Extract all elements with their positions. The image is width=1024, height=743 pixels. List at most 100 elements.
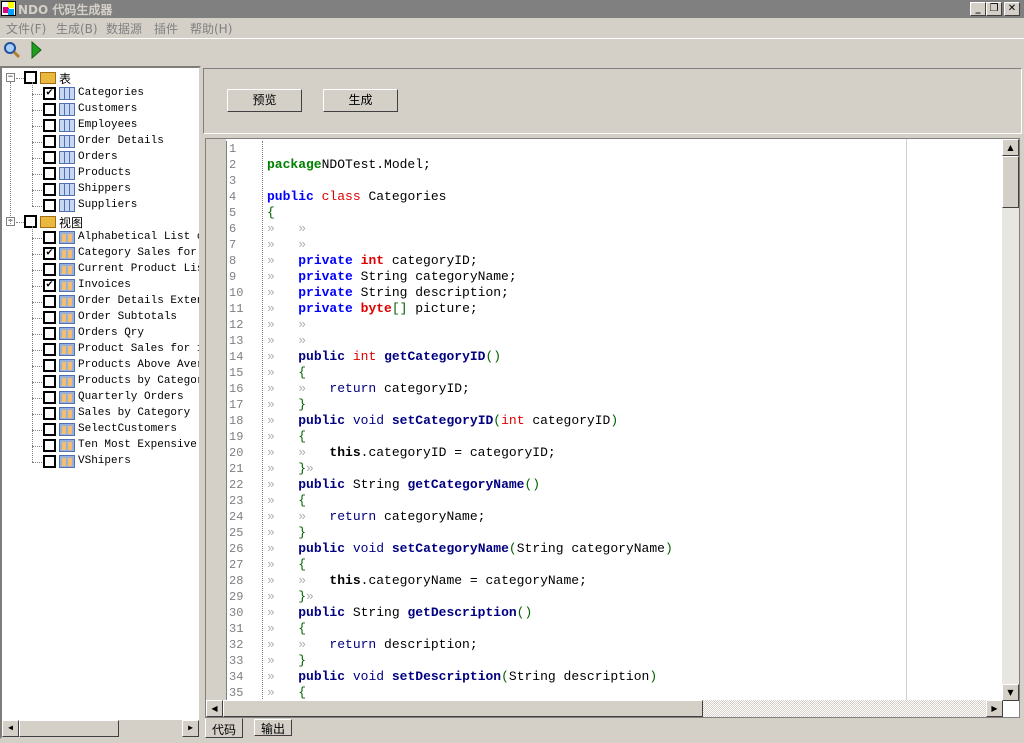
table-icon: [59, 87, 75, 100]
code-line: » private String description;: [267, 285, 907, 301]
tree-item-label: Products: [78, 167, 131, 179]
checkbox-checked[interactable]: ✔: [43, 279, 56, 292]
scroll-left-icon[interactable]: ◀: [206, 700, 223, 717]
code-token: this: [329, 573, 361, 588]
run-icon[interactable]: [30, 41, 44, 59]
code-token: String description: [508, 669, 650, 684]
code-line: » {: [267, 429, 907, 445]
horizontal-scroll-thumb[interactable]: [223, 700, 703, 717]
checkbox[interactable]: [43, 263, 56, 276]
collapse-icon[interactable]: −: [6, 73, 15, 82]
checkbox[interactable]: [43, 343, 56, 356]
tab-marker: » »: [267, 573, 330, 588]
line-number: 24: [229, 510, 244, 524]
code-token: }: [298, 397, 307, 412]
horizontal-scrollbar[interactable]: ◀ ▶: [206, 700, 1003, 717]
menu-plugins[interactable]: 插件: [154, 20, 178, 37]
code-token: void: [352, 541, 385, 556]
tab-code[interactable]: 代码: [205, 718, 244, 738]
code-token: picture;: [407, 301, 478, 316]
view-icon: [59, 359, 75, 372]
code-token: (: [493, 413, 502, 428]
checkbox-checked[interactable]: ✔: [43, 247, 56, 260]
code-token: categoryID;: [384, 253, 478, 268]
group-checkbox[interactable]: [24, 215, 37, 228]
minimize-button[interactable]: _: [970, 2, 986, 16]
code-token: (): [485, 349, 502, 364]
menu-datasource[interactable]: 数据源: [106, 20, 142, 37]
checkbox[interactable]: [43, 183, 56, 196]
code-line: » » return description;: [267, 637, 907, 653]
tree-horizontal-scrollbar[interactable]: ◀ ▶: [2, 720, 199, 737]
menu-help[interactable]: 帮助(H): [190, 20, 232, 37]
checkbox[interactable]: [43, 295, 56, 308]
scroll-right-icon[interactable]: ▶: [986, 700, 1003, 717]
code-token: {: [298, 365, 307, 380]
code-token: void: [352, 413, 385, 428]
search-icon[interactable]: [3, 41, 21, 59]
vertical-scrollbar[interactable]: ▲ ▼: [1002, 139, 1019, 701]
tab-marker: »: [267, 493, 299, 508]
menu-file[interactable]: 文件(F): [6, 20, 46, 37]
line-number: 8: [229, 254, 237, 268]
checkbox[interactable]: [43, 375, 56, 388]
line-number: 11: [229, 302, 244, 316]
code-token: }: [298, 653, 307, 668]
checkbox[interactable]: [43, 439, 56, 452]
scroll-down-icon[interactable]: ▼: [1002, 684, 1019, 701]
code-line: » {: [267, 685, 907, 701]
checkbox-checked[interactable]: ✔: [43, 87, 56, 100]
tab-output[interactable]: 输出: [254, 719, 293, 736]
group-checkbox[interactable]: [24, 71, 37, 84]
restore-button[interactable]: ❐: [986, 2, 1002, 16]
code-text[interactable]: packageNDOTest.Model; public class Catego…: [267, 141, 907, 701]
code-token: Categories: [368, 189, 447, 204]
checkbox[interactable]: [43, 407, 56, 420]
tree-item-label: Orders Qry: [78, 327, 145, 339]
tree-scroll-thumb[interactable]: [19, 720, 119, 737]
tree-connector: [32, 382, 42, 383]
code-token: return: [329, 381, 377, 396]
line-number: 20: [229, 446, 244, 460]
checkbox[interactable]: [43, 455, 56, 468]
line-number: 4: [229, 190, 237, 204]
scroll-right-icon[interactable]: ▶: [182, 720, 199, 737]
checkbox[interactable]: [43, 391, 56, 404]
code-token: return: [329, 509, 377, 524]
code-line: packageNDOTest.Model;: [267, 157, 907, 173]
close-button[interactable]: ✕: [1004, 2, 1020, 16]
tree-view[interactable]: − 表 ✔ Categories Customers Employees Order Det…: [0, 66, 201, 739]
tab-marker: »: [267, 541, 299, 556]
checkbox[interactable]: [43, 311, 56, 324]
checkbox[interactable]: [43, 327, 56, 340]
menu-build[interactable]: 生成(B): [56, 20, 98, 37]
line-number: 29: [229, 590, 244, 604]
line-number: 10: [229, 286, 244, 300]
view-icon: [59, 439, 75, 452]
checkbox[interactable]: [43, 231, 56, 244]
checkbox[interactable]: [43, 359, 56, 372]
checkbox[interactable]: [43, 135, 56, 148]
code-token: setCategoryName: [391, 541, 509, 556]
checkbox[interactable]: [43, 119, 56, 132]
scroll-up-icon[interactable]: ▲: [1002, 139, 1019, 156]
checkbox[interactable]: [43, 423, 56, 436]
tree-connector: [16, 78, 24, 79]
preview-button[interactable]: 预览: [227, 89, 302, 112]
tree-connector: [32, 94, 42, 95]
vertical-scroll-thumb[interactable]: [1002, 156, 1019, 208]
scroll-left-icon[interactable]: ◀: [2, 720, 19, 737]
checkbox[interactable]: [43, 199, 56, 212]
checkbox[interactable]: [43, 103, 56, 116]
checkbox[interactable]: [43, 151, 56, 164]
line-number: 23: [229, 494, 244, 508]
group-label: 视图: [59, 216, 84, 230]
code-line: public class Categories: [267, 189, 907, 205]
tree-connector: [32, 462, 42, 463]
generate-button[interactable]: 生成: [323, 89, 398, 112]
checkbox[interactable]: [43, 167, 56, 180]
code-editor[interactable]: 1 2 3 4 5 6 7 8 9 10 11 12 13 14 15 16 17 18 19 20 21 22 23 24 2…: [205, 138, 1020, 718]
